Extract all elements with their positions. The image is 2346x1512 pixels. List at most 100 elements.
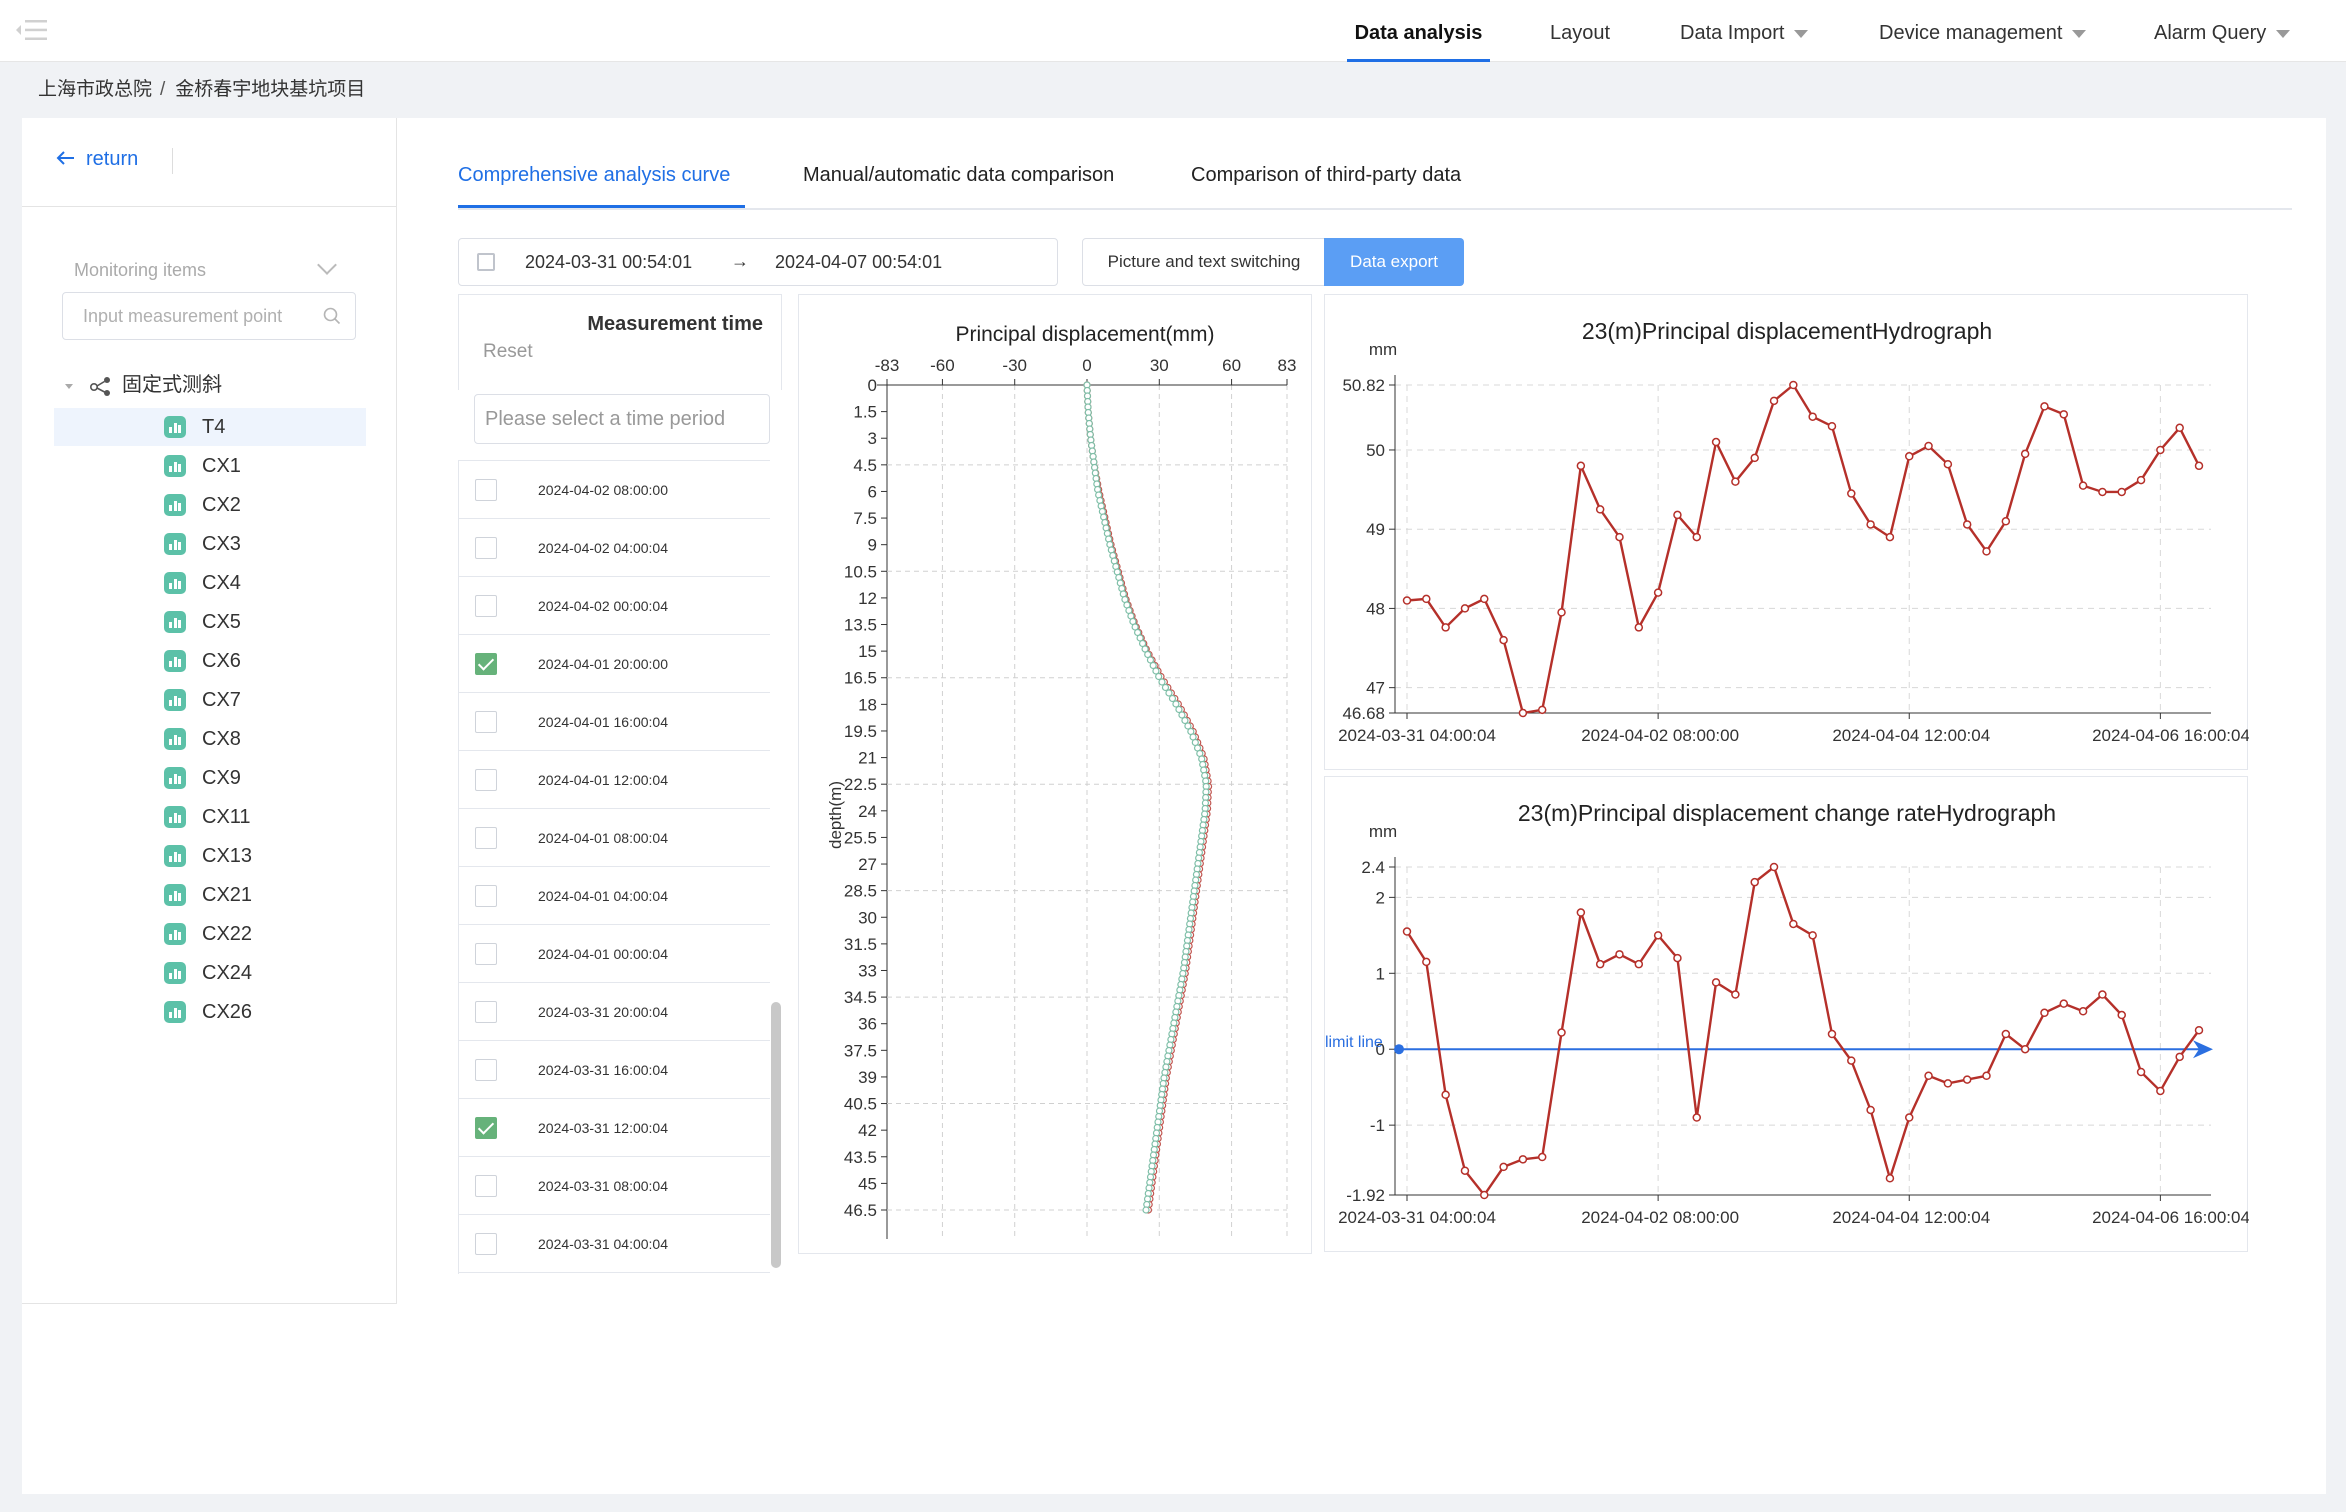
time-row[interactable]: 2024-04-01 04:00:04 xyxy=(459,867,770,925)
y-tick-label: 10.5 xyxy=(844,562,877,581)
change-rate-chart-svg: 23(m)Principal displacement change rateH… xyxy=(1325,800,2249,1227)
time-checkbox[interactable] xyxy=(475,885,497,907)
series-point xyxy=(1460,604,1470,613)
nav-layout[interactable]: Layout xyxy=(1550,0,1610,62)
tree-item-cx1[interactable]: CX1 xyxy=(54,447,366,485)
tree-item-cx13[interactable]: CX13 xyxy=(54,837,366,875)
tree-item-cx4[interactable]: CX4 xyxy=(54,564,366,602)
time-checkbox[interactable] xyxy=(475,827,497,849)
tree-item-cx7[interactable]: CX7 xyxy=(54,681,366,719)
scrollbar-thumb[interactable] xyxy=(771,1002,781,1268)
time-row[interactable]: 2024-04-01 12:00:04 xyxy=(459,751,770,809)
y-tick-label: 47 xyxy=(1366,679,1385,698)
series-point xyxy=(2059,999,2069,1008)
nav-data-import[interactable]: Data Import xyxy=(1680,0,1809,62)
time-checkbox[interactable] xyxy=(475,1175,497,1197)
time-row[interactable]: 2024-04-01 16:00:04 xyxy=(459,693,770,751)
tree-item-cx26[interactable]: CX26 xyxy=(54,993,366,1031)
tree-item-cx5[interactable]: CX5 xyxy=(54,603,366,641)
series-point xyxy=(1480,1190,1489,1200)
return-button[interactable]: return xyxy=(56,148,138,171)
time-checkbox[interactable] xyxy=(475,537,497,559)
time-checkbox[interactable] xyxy=(475,1001,497,1023)
tab-comprehensive-analysis[interactable]: Comprehensive analysis curve xyxy=(458,164,730,187)
time-checkbox[interactable] xyxy=(475,595,497,617)
tree-item-cx9[interactable]: CX9 xyxy=(54,759,366,797)
x-tick-label: 2024-04-06 16:00:04 xyxy=(2092,1208,2249,1227)
time-period-field[interactable] xyxy=(474,394,770,444)
time-checkbox[interactable] xyxy=(475,1117,497,1139)
tree-item-cx8[interactable]: CX8 xyxy=(54,720,366,758)
y-tick-label: 45 xyxy=(858,1174,877,1193)
tree-item-cx6[interactable]: CX6 xyxy=(54,642,366,680)
time-checkbox[interactable] xyxy=(475,1233,497,1255)
search-icon[interactable] xyxy=(323,307,341,325)
tab-manual-auto-comparison[interactable]: Manual/automatic data comparison xyxy=(803,164,1114,187)
measurement-point-search[interactable] xyxy=(62,292,356,340)
time-row[interactable]: 2024-04-01 08:00:04 xyxy=(459,809,770,867)
tab-third-party-comparison[interactable]: Comparison of third-party data xyxy=(1191,164,1461,187)
time-row[interactable]: 2024-04-02 08:00:00 xyxy=(459,461,770,519)
date-range-end[interactable]: 2024-04-07 00:54:01 xyxy=(775,252,942,273)
time-checkbox[interactable] xyxy=(475,711,497,733)
time-value: 2024-04-01 20:00:00 xyxy=(538,656,668,672)
date-range-start[interactable]: 2024-03-31 00:54:01 xyxy=(525,252,692,273)
caret-down-icon xyxy=(1794,29,1809,38)
series-point xyxy=(1769,862,1779,872)
tab-label: Manual/automatic data comparison xyxy=(803,164,1115,186)
time-row[interactable]: 2024-04-02 00:00:04 xyxy=(459,577,770,635)
time-row[interactable]: 2024-04-02 04:00:04 xyxy=(459,519,770,577)
x-tick-label: -30 xyxy=(1002,356,1027,375)
nav-device-management[interactable]: Device management xyxy=(1879,0,2087,62)
y-tick-label: 50.82 xyxy=(1342,376,1385,395)
time-row[interactable]: 2024-03-31 16:00:04 xyxy=(459,1041,770,1099)
bar-chart-icon xyxy=(164,845,186,867)
data-export-button[interactable]: Data export xyxy=(1324,238,1464,286)
time-row[interactable]: 2024-04-01 20:00:00 xyxy=(459,635,770,693)
tree-node-root[interactable]: 固定式测斜 xyxy=(62,368,222,402)
time-checkbox[interactable] xyxy=(475,769,497,791)
tree-item-cx22[interactable]: CX22 xyxy=(54,915,366,953)
time-checkbox[interactable] xyxy=(475,1059,497,1081)
tree-item-cx24[interactable]: CX24 xyxy=(54,954,366,992)
tree-item-cx21[interactable]: CX21 xyxy=(54,876,366,914)
tree-item-label: CX5 xyxy=(202,611,241,633)
series-point xyxy=(2059,410,2069,419)
chart-title: Principal displacement(mm) xyxy=(955,323,1214,346)
limit-line-label: limit line xyxy=(1325,1034,1383,1051)
time-row[interactable]: 2024-03-31 08:00:04 xyxy=(459,1157,770,1215)
tree-item-cx11[interactable]: CX11 xyxy=(54,798,366,836)
series-point xyxy=(2078,481,2088,490)
tree-item-cx3[interactable]: CX3 xyxy=(54,525,366,563)
y-tick-label: -1 xyxy=(1370,1116,1385,1135)
time-row[interactable]: 2024-03-31 04:00:04 xyxy=(459,1215,770,1273)
reset-button[interactable]: Reset xyxy=(483,341,533,363)
nav-alarm-query[interactable]: Alarm Query xyxy=(2154,0,2291,62)
nav-data-analysis[interactable]: Data analysis xyxy=(1347,0,1490,62)
picture-text-switch-button[interactable]: Picture and text switching xyxy=(1082,238,1326,286)
series-point xyxy=(2194,461,2204,471)
time-checkbox[interactable] xyxy=(475,479,497,501)
analysis-tabs: Comprehensive analysis curve Manual/auto… xyxy=(458,150,2292,210)
time-value: 2024-04-02 08:00:00 xyxy=(538,482,668,498)
node-cluster-icon xyxy=(89,376,110,396)
measurement-time-panel: Reset Measurement time 2024-04-02 08:00:… xyxy=(458,294,782,1274)
time-row[interactable]: 2024-03-31 12:00:04 xyxy=(459,1099,770,1157)
time-period-input[interactable] xyxy=(475,395,769,443)
tree-root-label: 固定式测斜 xyxy=(122,374,222,396)
caret-down-icon[interactable] xyxy=(62,379,76,393)
time-row[interactable]: 2024-04-01 00:00:04 xyxy=(459,925,770,983)
date-range-picker[interactable]: 2024-03-31 00:54:01 → 2024-04-07 00:54:0… xyxy=(458,238,1058,286)
search-input[interactable] xyxy=(83,293,313,339)
series-point xyxy=(1904,452,1914,461)
x-tick-label: 0 xyxy=(1082,356,1091,375)
tree-item-t4[interactable]: T4 xyxy=(54,408,366,446)
time-row[interactable]: 2024-03-31 20:00:04 xyxy=(459,983,770,1041)
time-value: 2024-04-02 00:00:04 xyxy=(538,598,668,614)
tree-item-cx2[interactable]: CX2 xyxy=(54,486,366,524)
time-checkbox[interactable] xyxy=(475,653,497,675)
breadcrumb-item[interactable]: 上海市政总院 xyxy=(38,79,152,100)
monitoring-items-select[interactable]: Monitoring items xyxy=(74,250,344,290)
menu-fold-icon[interactable] xyxy=(14,16,50,44)
time-checkbox[interactable] xyxy=(475,943,497,965)
